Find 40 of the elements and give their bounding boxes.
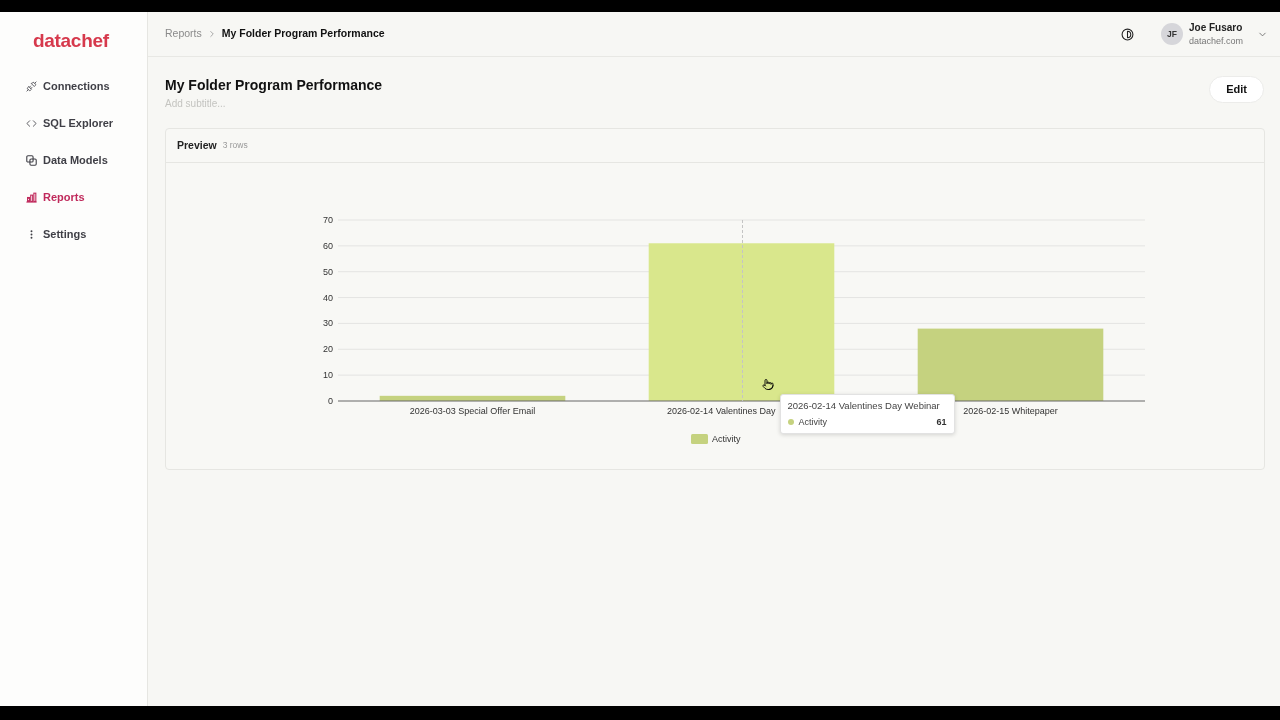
plug-icon [26,81,37,92]
theme-toggle-button[interactable] [1118,25,1137,43]
bar-chart-icon [26,192,37,203]
contrast-icon [1121,27,1135,41]
sidebar-item[interactable]: SQL Explorer [0,105,122,142]
x-axis-label: 2026-03-03 Special Offer Email [409,406,536,416]
breadcrumb-link[interactable]: My Folder Program Performance [221,26,385,42]
y-axis-label: 30 [323,318,333,329]
sidebar-item[interactable]: Connections [0,68,118,105]
y-axis-label: 60 [323,240,333,251]
sidebar-item[interactable]: Settings [0,216,95,253]
user-org: datachef.com [1188,34,1243,47]
series-dot-icon [787,419,794,425]
legend-label[interactable]: Activity [712,434,741,444]
bar[interactable] [379,395,566,401]
avatar[interactable]: JF [1160,23,1183,45]
x-axis-label: 2026-02-15 Whitepaper [963,406,1058,416]
bar[interactable] [917,328,1104,401]
row-count: 3 rows [222,139,248,152]
y-axis-label: 20 [323,344,333,355]
y-axis-label: 0 [328,396,333,406]
bar[interactable] [648,243,835,401]
hand-cursor-icon [761,378,774,391]
y-axis-label: 40 [323,292,333,303]
y-axis-label: 70 [323,215,333,225]
y-axis-label: 50 [323,266,333,277]
user-name: Joe Fusaro [1188,21,1243,34]
overlapping-squares-icon [26,155,37,166]
sidebar-item[interactable]: Reports [0,179,93,216]
preview-title: Preview [177,137,217,153]
sidebar-item[interactable]: Data Models [0,142,116,179]
tooltip-series: Activity [798,416,827,428]
edit-button[interactable]: Edit [1209,76,1264,103]
tooltip-value: 61 [936,416,947,428]
logo[interactable]: datachef [33,26,109,56]
x-axis-label: 2026-02-14 Valentines Day [667,406,776,416]
tooltip-title: 2026-02-14 Valentines Day Webinar [787,399,941,412]
y-axis-label: 10 [323,370,333,381]
code-icon [26,118,37,129]
page-title: My Folder Program Performance [165,76,384,95]
